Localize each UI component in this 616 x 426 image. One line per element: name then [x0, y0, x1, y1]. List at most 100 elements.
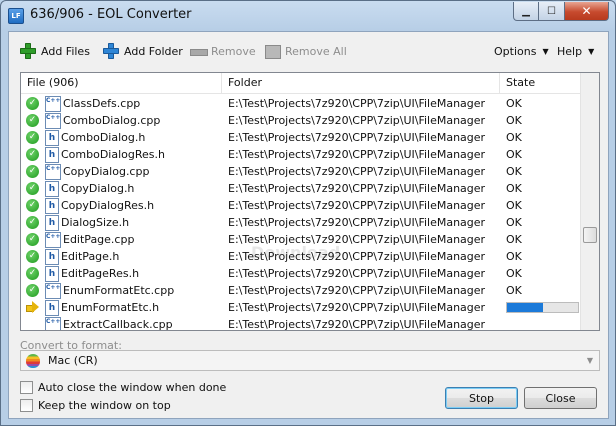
- help-menu[interactable]: Help ▼: [557, 42, 594, 60]
- remove-button[interactable]: Remove: [190, 42, 256, 60]
- state-cell: OK: [506, 233, 522, 246]
- table-row[interactable]: ✓ C++ ComboDialog.cpp E:\Test\Projects\7z92…: [21, 112, 580, 129]
- ok-check-icon: ✓: [26, 233, 39, 246]
- file-cell: ✓ C++ ClassDefs.cpp: [21, 95, 222, 112]
- close-window-button[interactable]: ✕: [565, 2, 609, 21]
- minimize-button[interactable]: ▁: [513, 2, 539, 21]
- file-name: EditPageRes.h: [61, 267, 140, 280]
- header-file-icon: h: [45, 248, 59, 265]
- add-files-button[interactable]: Add Files: [20, 42, 90, 60]
- options-label: Options: [494, 44, 537, 58]
- column-header-file[interactable]: File (906): [21, 73, 222, 94]
- keep-on-top-option[interactable]: Keep the window on top: [20, 399, 171, 412]
- column-header-folder[interactable]: Folder: [222, 73, 500, 94]
- list-rows: ✓ C++ ClassDefs.cpp E:\Test\Projects\7z920\…: [21, 95, 580, 331]
- ok-check-icon: ✓: [26, 284, 39, 297]
- table-row[interactable]: C++ ExtractCallback.cpp E:\Test\Projects\7…: [21, 316, 580, 331]
- stop-button[interactable]: Stop: [445, 387, 518, 409]
- file-name: ClassDefs.cpp: [63, 97, 141, 110]
- file-name: EnumFormatEtc.cpp: [63, 284, 175, 297]
- header-file-icon: h: [45, 197, 59, 214]
- toolbar: Add Files Add Folder Remove Remove All O…: [9, 32, 608, 70]
- remove-all-label: Remove All: [285, 44, 347, 58]
- table-row[interactable]: ✓ h ComboDialogRes.h E:\Test\Projects\7z920…: [21, 146, 580, 163]
- file-cell: ✓ C++ EditPage.cpp: [21, 231, 222, 248]
- table-row[interactable]: ✓ C++ CopyDialog.cpp E:\Test\Projects\7z920…: [21, 163, 580, 180]
- app-window: LF 636/906 - EOL Converter ▁ ☐ ✕ Add Fil…: [0, 0, 616, 426]
- table-row[interactable]: h EnumFormatEtc.h E:\Test\Projects\7z920\C…: [21, 299, 580, 316]
- header-file-icon: h: [45, 265, 59, 282]
- remove-all-button[interactable]: Remove All: [264, 42, 347, 60]
- state-cell: OK: [506, 148, 522, 161]
- table-row[interactable]: ✓ h EditPage.h E:\Test\Projects\7z920\CPP\7…: [21, 248, 580, 265]
- table-row[interactable]: ✓ C++ EditPage.cpp E:\Test\Projects\7z920\C…: [21, 231, 580, 248]
- cpp-file-icon: C++: [45, 95, 61, 112]
- ok-check-icon: ✓: [26, 148, 39, 161]
- table-row[interactable]: ✓ C++ EnumFormatEtc.cpp E:\Test\Projects\7z…: [21, 282, 580, 299]
- maximize-icon: ☐: [547, 5, 556, 17]
- pending-status-icon: [26, 318, 39, 330]
- file-name: ExtractCallback.cpp: [63, 318, 173, 331]
- add-folder-label: Add Folder: [124, 44, 183, 58]
- title-bar[interactable]: LF 636/906 - EOL Converter ▁ ☐ ✕: [1, 1, 615, 31]
- state-cell: OK: [506, 216, 522, 229]
- help-caret-icon: ▼: [588, 46, 595, 56]
- cpp-file-icon: C++: [45, 231, 61, 248]
- file-list[interactable]: File (906) Folder State ✓ C++ ClassDefs.cp…: [20, 72, 600, 331]
- folder-cell: E:\Test\Projects\7z920\CPP\7zip\UI\FileM…: [228, 148, 486, 161]
- state-cell: OK: [506, 267, 522, 280]
- table-row[interactable]: ✓ h EditPageRes.h E:\Test\Projects\7z920\CP…: [21, 265, 580, 282]
- apple-icon: [26, 353, 40, 368]
- state-cell: OK: [506, 284, 522, 297]
- conversion-progress-bar: [506, 302, 579, 313]
- ok-check-icon: ✓: [26, 199, 39, 212]
- column-header-state[interactable]: State: [500, 73, 580, 94]
- table-row[interactable]: ✓ h CopyDialogRes.h E:\Test\Projects\7z920\…: [21, 197, 580, 214]
- maximize-button[interactable]: ☐: [539, 2, 565, 21]
- keep-on-top-label: Keep the window on top: [38, 399, 171, 412]
- folder-cell: E:\Test\Projects\7z920\CPP\7zip\UI\FileM…: [228, 267, 486, 280]
- header-file-icon: h: [45, 299, 59, 316]
- convert-format-select[interactable]: Mac (CR) ▼: [20, 350, 600, 371]
- list-scrollbar[interactable]: [580, 73, 599, 330]
- options-menu[interactable]: Options ▼: [494, 42, 549, 60]
- app-icon[interactable]: LF: [8, 8, 24, 24]
- auto-close-option[interactable]: Auto close the window when done: [20, 381, 226, 394]
- cpp-file-icon: C++: [45, 316, 61, 330]
- folder-cell: E:\Test\Projects\7z920\CPP\7zip\UI\FileM…: [228, 284, 486, 297]
- file-name: CopyDialog.cpp: [63, 165, 150, 178]
- folder-cell: E:\Test\Projects\7z920\CPP\7zip\UI\FileM…: [228, 131, 486, 144]
- file-name: ComboDialogRes.h: [61, 148, 165, 161]
- close-button[interactable]: Close: [524, 387, 597, 409]
- state-cell: OK: [506, 97, 522, 110]
- progress-fill: [507, 303, 543, 312]
- remove-icon: [190, 43, 208, 59]
- add-files-icon: [20, 43, 36, 59]
- file-name: ComboDialog.cpp: [63, 114, 161, 127]
- auto-close-checkbox[interactable]: [20, 381, 33, 394]
- table-row[interactable]: ✓ h DialogSize.h E:\Test\Projects\7z920\CPP…: [21, 214, 580, 231]
- auto-close-label: Auto close the window when done: [38, 381, 227, 394]
- ok-check-icon: ✓: [26, 250, 39, 263]
- file-name: EnumFormatEtc.h: [61, 301, 160, 314]
- folder-cell: E:\Test\Projects\7z920\CPP\7zip\UI\FileM…: [228, 216, 486, 229]
- ok-check-icon: ✓: [26, 267, 39, 280]
- ok-check-icon: ✓: [26, 97, 39, 110]
- scrollbar-thumb[interactable]: [583, 227, 597, 243]
- folder-cell: E:\Test\Projects\7z920\CPP\7zip\UI\FileM…: [228, 233, 486, 246]
- table-row[interactable]: ✓ C++ ClassDefs.cpp E:\Test\Projects\7z920\…: [21, 95, 580, 112]
- processing-arrow-icon: [26, 301, 39, 314]
- header-file-icon: h: [45, 146, 59, 163]
- ok-check-icon: ✓: [26, 216, 39, 229]
- file-cell: ✓ h ComboDialog.h: [21, 129, 222, 146]
- table-row[interactable]: ✓ h CopyDialog.h E:\Test\Projects\7z920\CPP…: [21, 180, 580, 197]
- add-folder-button[interactable]: Add Folder: [103, 42, 183, 60]
- file-name: EditPage.cpp: [63, 233, 135, 246]
- folder-cell: E:\Test\Projects\7z920\CPP\7zip\UI\FileM…: [228, 97, 486, 110]
- file-cell: ✓ h EditPage.h: [21, 248, 222, 265]
- list-header: File (906) Folder State: [21, 73, 580, 94]
- convert-format-value: Mac (CR): [48, 354, 98, 367]
- cpp-file-icon: C++: [45, 282, 61, 299]
- table-row[interactable]: ✓ h ComboDialog.h E:\Test\Projects\7z920\CP…: [21, 129, 580, 146]
- keep-on-top-checkbox[interactable]: [20, 399, 33, 412]
